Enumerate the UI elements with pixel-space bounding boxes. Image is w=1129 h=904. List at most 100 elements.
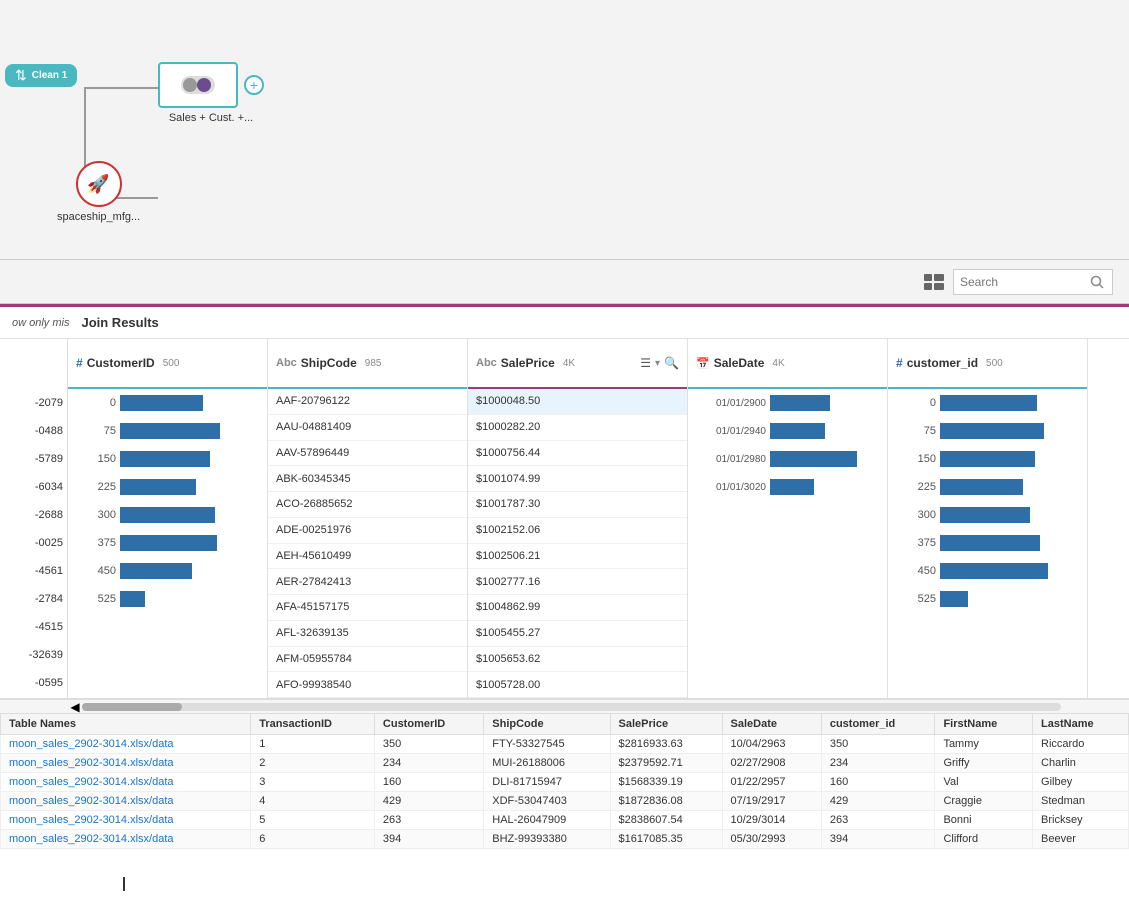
hist-bar-wrap: [940, 507, 1079, 523]
merge-box[interactable]: [158, 62, 238, 108]
col-name-customerid: CustomerID: [87, 356, 155, 370]
canvas-area: ⇅ Clean 1 + Sales + Cust. +... 🚀 spacesh…: [0, 0, 1129, 260]
grid-view-icon[interactable]: [923, 271, 945, 293]
hist-label: 450: [896, 565, 936, 577]
data-table-container[interactable]: Table NamesTransactionIDCustomerIDShipCo…: [0, 713, 1129, 904]
table-cell[interactable]: moon_sales_2902-3014.xlsx/data: [1, 792, 251, 811]
hist-bar-wrap: [940, 423, 1079, 439]
hist-bar: [940, 423, 1044, 439]
search-icon: [1090, 275, 1104, 289]
hist-row: 450: [68, 557, 267, 585]
str-row[interactable]: ABK-60345345: [268, 466, 467, 492]
table-cell[interactable]: moon_sales_2902-3014.xlsx/data: [1, 773, 251, 792]
str-row[interactable]: AEH-45610499: [268, 544, 467, 570]
hist-row: 01/01/3020: [688, 473, 887, 501]
str-row[interactable]: $1000282.20: [468, 415, 687, 441]
results-panel: ow only mis Join Results -2079-0488-5789…: [0, 304, 1129, 904]
search-saleprice-icon[interactable]: 🔍: [664, 356, 679, 370]
str-row[interactable]: $1000756.44: [468, 441, 687, 467]
table-cell: Beever: [1033, 830, 1129, 849]
str-row[interactable]: ADE-00251976: [268, 518, 467, 544]
table-cell[interactable]: moon_sales_2902-3014.xlsx/data: [1, 811, 251, 830]
str-row[interactable]: $1004862.99: [468, 595, 687, 621]
connector-line-1: [85, 87, 158, 89]
str-row[interactable]: AFO-99938540: [268, 672, 467, 698]
add-node-button[interactable]: +: [244, 75, 264, 95]
table-cell: Griffy: [935, 754, 1033, 773]
str-row[interactable]: $1005653.62: [468, 647, 687, 673]
clean1-label: Clean 1: [32, 70, 68, 81]
table-cell[interactable]: moon_sales_2902-3014.xlsx/data: [1, 754, 251, 773]
col-name-saleprice: SalePrice: [501, 356, 555, 370]
hist-bar: [120, 507, 215, 523]
spaceship-node: 🚀 spaceship_mfg...: [57, 161, 140, 223]
filter-icon[interactable]: ☰: [640, 356, 651, 370]
col-body-saleprice: $1000048.50$1000282.20$1000756.44$100107…: [468, 389, 687, 698]
str-row[interactable]: $1002506.21: [468, 544, 687, 570]
scroll-thumb[interactable]: [82, 703, 182, 711]
str-row[interactable]: AFM-05955784: [268, 647, 467, 673]
table-header: FirstName: [935, 714, 1033, 735]
str-row[interactable]: $1005455.27: [468, 621, 687, 647]
clean1-box[interactable]: ⇅ Clean 1: [5, 64, 77, 87]
table-cell: 2: [251, 754, 375, 773]
hist-label: 0: [76, 397, 116, 409]
search-box[interactable]: [953, 269, 1113, 295]
table-header: Table Names: [1, 714, 251, 735]
table-cell[interactable]: moon_sales_2902-3014.xlsx/data: [1, 735, 251, 754]
scroll-bar[interactable]: ◀: [0, 699, 1129, 713]
table-cell[interactable]: moon_sales_2902-3014.xlsx/data: [1, 830, 251, 849]
str-row[interactable]: AFL-32639135: [268, 621, 467, 647]
str-row[interactable]: $1000048.50: [468, 389, 687, 415]
str-row[interactable]: AAV-57896449: [268, 441, 467, 467]
str-row[interactable]: AAU-04881409: [268, 415, 467, 441]
str-row[interactable]: $1002777.16: [468, 569, 687, 595]
str-row[interactable]: $1001787.30: [468, 492, 687, 518]
col-count-shipcode: 985: [365, 358, 382, 369]
col-count-customerid: 500: [163, 358, 180, 369]
table-row: moon_sales_2902-3014.xlsx/data6394BHZ-99…: [1, 830, 1129, 849]
str-row[interactable]: ACO-26885652: [268, 492, 467, 518]
col-customerid: # CustomerID 500 0 75 150 225 300: [68, 339, 268, 698]
hist-row: 375: [888, 529, 1087, 557]
col-count-customer_id: 500: [986, 358, 1003, 369]
row-label: -4561: [0, 557, 67, 585]
str-row[interactable]: $1005728.00: [468, 672, 687, 698]
table-cell: Charlin: [1033, 754, 1129, 773]
table-cell: 394: [374, 830, 483, 849]
hist-label: 01/01/2900: [696, 398, 766, 409]
toolbar: [0, 260, 1129, 304]
table-cell: 07/19/2917: [722, 792, 821, 811]
hist-bar-wrap: [770, 423, 879, 439]
table-cell: BHZ-99393380: [484, 830, 610, 849]
str-row[interactable]: AAF-20796122: [268, 389, 467, 415]
str-row[interactable]: AER-27842413: [268, 569, 467, 595]
col-saledate: 📅 SaleDate 4K 01/01/2900 01/01/2940 01/0…: [688, 339, 888, 698]
str-row[interactable]: AFA-45157175: [268, 595, 467, 621]
hist-bar-wrap: [120, 563, 259, 579]
hist-bar: [120, 423, 220, 439]
scroll-track[interactable]: [82, 703, 1061, 711]
dropdown-arrow-saleprice[interactable]: ▾: [655, 358, 660, 369]
table-cell: 429: [374, 792, 483, 811]
hist-bar: [770, 423, 825, 439]
hist-bar: [940, 591, 968, 607]
table-cell: 160: [821, 773, 935, 792]
row-label: -4515: [0, 613, 67, 641]
join-header: ow only mis Join Results: [0, 307, 1129, 339]
hist-label: 300: [896, 509, 936, 521]
table-cell: Gilbey: [1033, 773, 1129, 792]
spaceship-icon[interactable]: 🚀: [76, 161, 122, 207]
col-header-saleprice: Abc SalePrice 4K ☰ ▾ 🔍: [468, 339, 687, 389]
hist-row: 01/01/2940: [688, 417, 887, 445]
table-cell: 350: [821, 735, 935, 754]
str-row[interactable]: $1002152.06: [468, 518, 687, 544]
search-input[interactable]: [960, 275, 1090, 289]
hist-bar-wrap: [940, 479, 1079, 495]
hist-bar-wrap: [940, 535, 1079, 551]
scroll-left-btn[interactable]: ◀: [68, 700, 82, 714]
col-body-saledate: 01/01/2900 01/01/2940 01/01/2980 01/01/3…: [688, 389, 887, 698]
str-row[interactable]: $1001074.99: [468, 466, 687, 492]
table-cell: Clifford: [935, 830, 1033, 849]
hist-bar: [940, 535, 1040, 551]
